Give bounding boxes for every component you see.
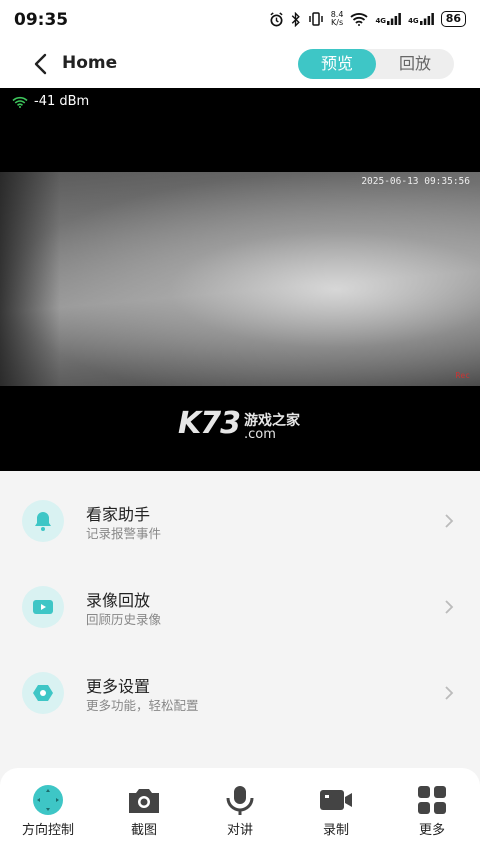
video-timestamp: 2025-06-13 09:35:56 [361,176,470,187]
direction-control-icon [33,785,63,815]
chevron-right-icon [445,686,454,700]
watermark: K73 游戏之家 .com [178,406,300,442]
tab-playback[interactable]: 回放 [376,49,454,79]
rec-indicator: Rec [455,371,470,380]
menu-item-recording-playback[interactable]: 录像回放 回顾历史录像 [0,564,480,650]
feature-menu: 看家助手 记录报警事件 录像回放 回顾历史录像 更多设置 更多功能，轻松配置 [0,478,480,736]
tab-label: 对讲 [226,823,253,838]
menu-item-home-assistant[interactable]: 看家助手 记录报警事件 [0,478,480,564]
wifi-status-icon [350,13,369,26]
page-title: Home [62,53,118,73]
signal-bars-icon [387,13,401,25]
sim1-label: 4G [375,17,387,25]
vibrate-icon [308,12,323,26]
tab-more[interactable]: 更多 [384,768,480,853]
camera-feed: 2025-06-13 09:35:56 Rec [0,172,480,386]
watermark-logo: K73 [178,406,241,441]
sim2-label: 4G [408,17,419,25]
bluetooth-icon [291,11,300,27]
tab-direction-control[interactable]: 方向控制 [0,768,96,853]
tab-record[interactable]: 录制 [288,768,384,853]
status-icons: 8.4 K/s 4G 4G 86 [269,11,466,27]
back-arrow-icon[interactable] [30,52,54,76]
tab-label: 截图 [130,823,157,838]
feed-shadow [0,172,60,386]
settings-icon [33,685,53,701]
menu-title: 录像回放 [86,591,151,610]
record-icon [320,790,352,810]
status-time: 09:35 [14,10,69,30]
alarm-bell-icon [35,512,51,531]
net-speed-unit: K/s [331,18,344,27]
more-grid-icon [418,786,446,814]
signal-bars-icon [419,13,434,25]
menu-item-more-settings[interactable]: 更多设置 更多功能，轻松配置 [0,650,480,736]
camera-icon [129,789,159,813]
intercom-icon [226,786,254,815]
status-bar: 09:35 8.4 K/s 4G 4G 86 [0,0,480,40]
live-video-player[interactable]: -41 dBm 2025-06-13 09:35:56 Rec K73 游戏之家… [0,88,480,471]
signal-value: -41 dBm [34,94,90,109]
tab-label: 录制 [322,823,349,838]
tab-label: 方向控制 [21,823,74,838]
signal-sim2: 4G [408,13,434,25]
bottom-toolbar: 方向控制 截图 对讲 录制 更多 [0,768,480,853]
menu-icon-bg [22,672,64,714]
watermark-domain: .com [244,427,276,442]
video-play-icon [33,600,53,614]
alarm-clock-icon [270,11,283,26]
menu-subtitle: 记录报警事件 [86,526,162,541]
menu-title: 更多设置 [86,677,151,696]
signal-strength: -41 dBm [12,94,89,109]
menu-icon-bg [22,586,64,628]
tab-label: 更多 [418,823,445,838]
menu-icon-bg [22,500,64,542]
signal-sim1: 4G [375,13,401,25]
tab-preview[interactable]: 预览 [298,49,376,79]
chevron-right-icon [445,514,454,528]
battery-indicator: 86 [440,11,466,27]
tab-screenshot[interactable]: 截图 [96,768,192,853]
header: Home 预览 回放 [0,40,480,88]
tab-intercom[interactable]: 对讲 [192,768,288,853]
net-speed: 8.4 K/s [331,11,344,27]
menu-subtitle: 回顾历史录像 [86,612,162,627]
wifi-icon [12,96,28,108]
menu-title: 看家助手 [86,505,151,524]
menu-subtitle: 更多功能，轻松配置 [86,698,199,713]
chevron-right-icon [445,600,454,614]
view-mode-toggle: 预览 回放 [298,49,454,79]
